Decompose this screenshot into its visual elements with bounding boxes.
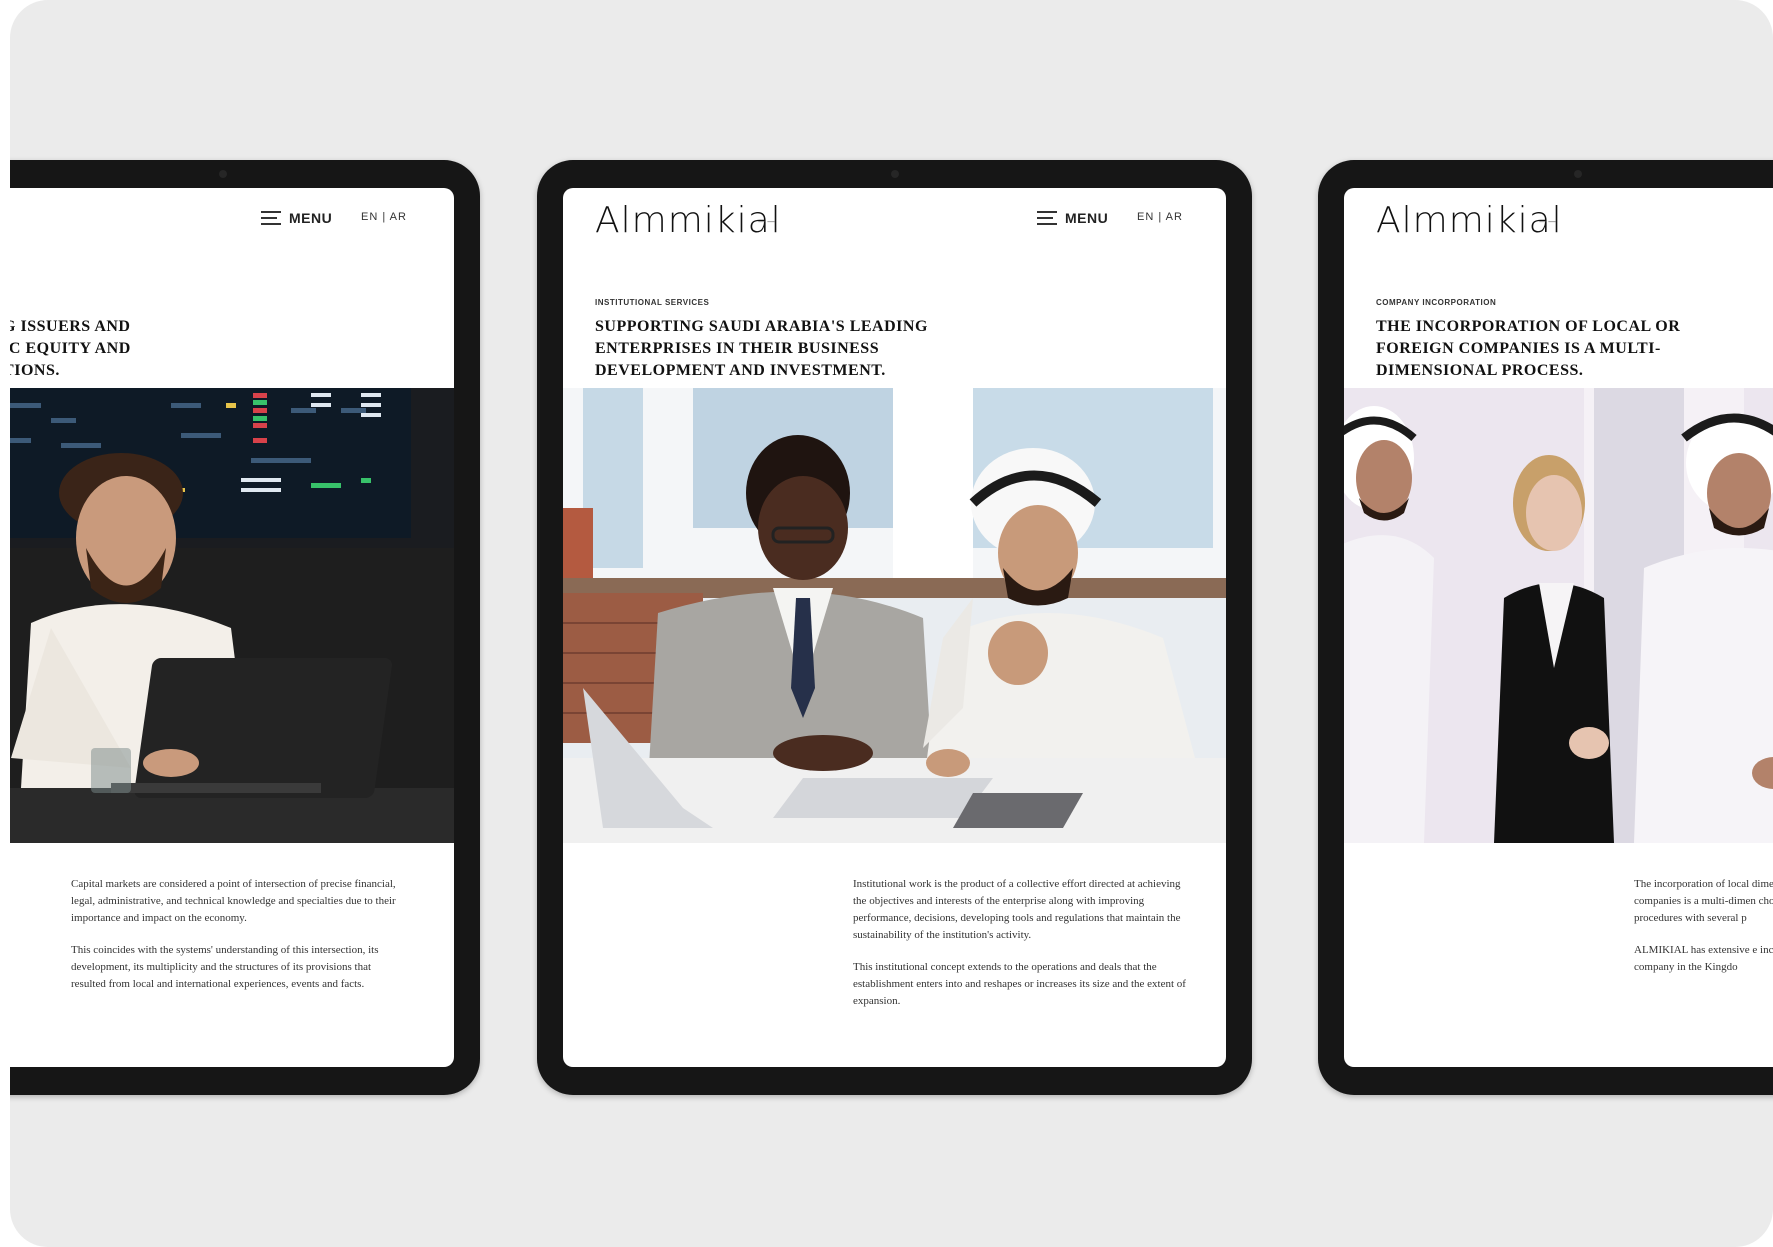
camera-dot — [1574, 170, 1582, 178]
section-eyebrow: COMPANY INCORPORATION — [1376, 298, 1497, 307]
menu-button[interactable]: MENU — [1037, 210, 1108, 226]
menu-label: MENU — [1065, 210, 1109, 226]
tablet-left: MENU EN | AR NG ISSUERS AND LIC EQUITY A… — [10, 160, 480, 1095]
page-heading: NG ISSUERS AND LIC EQUITY AND CTIONS. — [10, 318, 131, 379]
paragraph-2: ALMIKIAL has extensive e incorporating c… — [1634, 944, 1773, 973]
hero-photo-trader — [10, 388, 454, 843]
paragraph-1: Institutional work is the product of a c… — [853, 878, 1181, 941]
showcase-card: MENU EN | AR NG ISSUERS AND LIC EQUITY A… — [10, 0, 1773, 1247]
page-heading: SUPPORTING SAUDI ARABIA'S LEADING ENTERP… — [595, 318, 928, 379]
brand-logo-tagline: —— — [758, 217, 776, 226]
page-heading: THE INCORPORATION OF LOCAL OR FOREIGN CO… — [1376, 318, 1681, 379]
paragraph-1: Capital markets are considered a point o… — [71, 878, 396, 924]
tablet-middle-screen: Almmikial —— MENU EN | AR INSTITUTIONAL … — [563, 188, 1226, 1067]
hamburger-icon — [1037, 211, 1057, 225]
tablet-left-screen: MENU EN | AR NG ISSUERS AND LIC EQUITY A… — [10, 188, 454, 1067]
menu-label: MENU — [289, 210, 333, 226]
body-copy: Institutional work is the product of a c… — [853, 876, 1193, 1025]
brand-logo-tagline: —— — [1539, 217, 1557, 226]
language-switch[interactable]: EN | AR — [361, 211, 407, 223]
camera-dot — [890, 170, 899, 178]
tablet-right: Almmikial —— COMPANY INCORPORATION THE I… — [1318, 160, 1773, 1095]
tablet-middle: Almmikial —— MENU EN | AR INSTITUTIONAL … — [537, 160, 1252, 1095]
tablet-right-screen: Almmikial —— COMPANY INCORPORATION THE I… — [1344, 188, 1773, 1067]
brand-logo[interactable]: Almmikial — [595, 200, 782, 241]
body-copy: The incorporation of local dimensional p… — [1634, 876, 1773, 991]
paragraph-2: This institutional concept extends to th… — [853, 961, 1186, 1007]
body-copy: Capital markets are considered a point o… — [71, 876, 401, 1008]
hero-photo-meeting — [563, 388, 1226, 843]
hamburger-icon — [261, 211, 281, 225]
paragraph-2: This coincides with the systems' underst… — [71, 944, 379, 990]
paragraph-1: The incorporation of local dimensional p… — [1634, 878, 1773, 924]
camera-dot — [218, 170, 227, 178]
section-eyebrow: INSTITUTIONAL SERVICES — [595, 298, 710, 307]
menu-button[interactable]: MENU — [261, 210, 332, 226]
hero-photo-team — [1344, 388, 1773, 843]
brand-logo[interactable]: Almmikial — [1376, 200, 1563, 241]
language-switch[interactable]: EN | AR — [1137, 211, 1183, 223]
